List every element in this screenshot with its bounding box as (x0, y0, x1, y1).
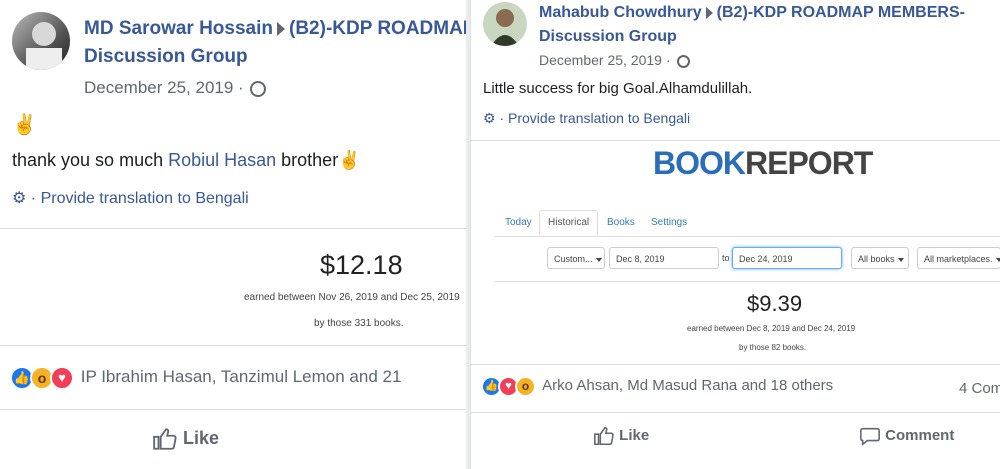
post-body-prefix: thank you so much (12, 150, 169, 170)
group-name-line1[interactable]: (B2)-KDP ROADMAP MEMBERS- (717, 4, 965, 21)
caret-down-icon (995, 257, 1000, 262)
post-date-text[interactable]: December 25, 2019 (84, 78, 233, 97)
comments-count[interactable]: 4 Com (959, 380, 1000, 397)
post-body: Little success for big Goal.Alhamdulilla… (483, 80, 753, 97)
group-name-line1[interactable]: (B2)-KDP ROADMAP (289, 18, 466, 39)
date-to-input[interactable]: Dec 24, 2019 (732, 247, 842, 269)
divider (0, 228, 466, 229)
comment-label: Comment (885, 426, 955, 444)
avatar-photo (26, 22, 62, 70)
earnings-range: earned between Dec 8, 2019 and Dec 24, 2… (687, 324, 856, 333)
like-button[interactable]: Like (593, 425, 649, 447)
date-from-input[interactable]: Dec 8, 2019 (609, 247, 719, 269)
thumbs-up-icon (594, 426, 614, 446)
like-button[interactable]: Like (152, 426, 219, 452)
tabs-divider (495, 236, 1000, 237)
divider (471, 364, 1000, 365)
post-header-line: MD Sarowar Hossain (B2)-KDP ROADMAP (84, 18, 466, 40)
books-select[interactable]: All books (851, 247, 909, 269)
tagged-user-link[interactable]: Robiul Hasan (168, 150, 276, 170)
divider (0, 345, 466, 346)
earnings-amount: $9.39 (747, 291, 803, 316)
to-label: to (722, 253, 730, 263)
comment-icon (860, 427, 880, 446)
translate-text[interactable]: Provide translation to Bengali (508, 110, 690, 126)
reactions-names[interactable]: IP Ibrahim Hasan, Tanzimul Lemon and 21 (81, 367, 402, 386)
love-reaction-icon: ♥ (50, 366, 74, 390)
range-select-value: Custom... (554, 254, 593, 264)
post-header-line: Mahabub Chowdhury (B2)-KDP ROADMAP MEMBER… (539, 4, 1000, 22)
divider (471, 412, 1000, 413)
author-name[interactable]: MD Sarowar Hossain (84, 18, 273, 39)
logo-report-text: REPORT (745, 145, 873, 181)
tab-books[interactable]: Books (607, 217, 635, 228)
translate-text[interactable]: Provide translation to Bengali (41, 190, 249, 207)
audience-group-icon[interactable] (676, 54, 690, 68)
tab-historical[interactable]: Historical (539, 210, 599, 235)
group-name-line2[interactable]: Discussion Group (84, 46, 248, 68)
book-report-screenshot: BOOKREPORT Today Historical Books Settin… (471, 141, 1000, 363)
avatar-photo (491, 9, 519, 46)
marketplace-select-value: All marketplaces. (924, 254, 993, 264)
earnings-books: by those 82 books. (739, 343, 807, 352)
group-name-line2[interactable]: Discussion Group (539, 28, 677, 46)
post-body-emoji: ✌ (338, 150, 361, 170)
books-select-value: All books (858, 254, 895, 264)
logo-book-text: BOOK (653, 145, 746, 181)
translate-link[interactable]: ⚙ · Provide translation to Bengali (12, 188, 249, 208)
wow-reaction-icon: o (515, 376, 536, 397)
gear-icon: ⚙ (12, 190, 27, 207)
range-select[interactable]: Custom... (547, 247, 605, 269)
reactions-bar[interactable]: 👍 o ♥ IP Ibrahim Hasan, Tanzimul Lemon and… (10, 366, 401, 390)
post-body-suffix: brother (276, 150, 339, 170)
author-name[interactable]: Mahabub Chowdhury (539, 4, 702, 21)
post-date-text[interactable]: December 25, 2019 (539, 52, 662, 68)
caret-down-icon (595, 257, 602, 262)
thumbs-up-icon (153, 428, 177, 450)
post-date: December 25, 2019 · (84, 78, 266, 98)
post-emoji: ✌ (12, 114, 37, 136)
post-date: December 25, 2019 · (539, 52, 690, 68)
earnings-range: earned between Nov 26, 2019 and Dec 25, … (244, 292, 460, 303)
arrow-right-icon (705, 6, 713, 19)
post-body: thank you so much Robiul Hasan brother✌ (12, 150, 361, 171)
post-card-right: Mahabub Chowdhury (B2)-KDP ROADMAP MEMBER… (470, 0, 1000, 469)
author-avatar[interactable] (483, 2, 527, 46)
author-avatar[interactable] (12, 12, 70, 70)
gear-icon: ⚙ (483, 110, 496, 126)
comment-button[interactable]: Comment (859, 425, 954, 447)
book-report-logo: BOOKREPORT (653, 145, 873, 182)
post-card-left: MD Sarowar Hossain (B2)-KDP ROADMAP Discu… (0, 0, 466, 469)
audience-group-icon[interactable] (249, 80, 266, 97)
like-label: Like (183, 427, 220, 448)
like-label: Like (619, 426, 650, 444)
translate-link[interactable]: ⚙ · Provide translation to Bengali (483, 110, 690, 127)
earnings-books: by those 331 books. (314, 318, 404, 329)
marketplace-select[interactable]: All marketplaces. (917, 247, 1000, 269)
divider (0, 409, 466, 410)
tab-settings[interactable]: Settings (651, 217, 687, 228)
reactions-bar[interactable]: 👍 ♥ o Arko Ahsan, Md Masud Rana and 18 oth… (481, 376, 833, 397)
tab-today[interactable]: Today (505, 217, 532, 228)
controls-divider (495, 281, 1000, 282)
arrow-right-icon (277, 21, 285, 36)
reactions-names[interactable]: Arko Ahsan, Md Masud Rana and 18 others (542, 377, 833, 394)
earnings-amount: $12.18 (320, 250, 403, 280)
caret-down-icon (897, 257, 904, 262)
